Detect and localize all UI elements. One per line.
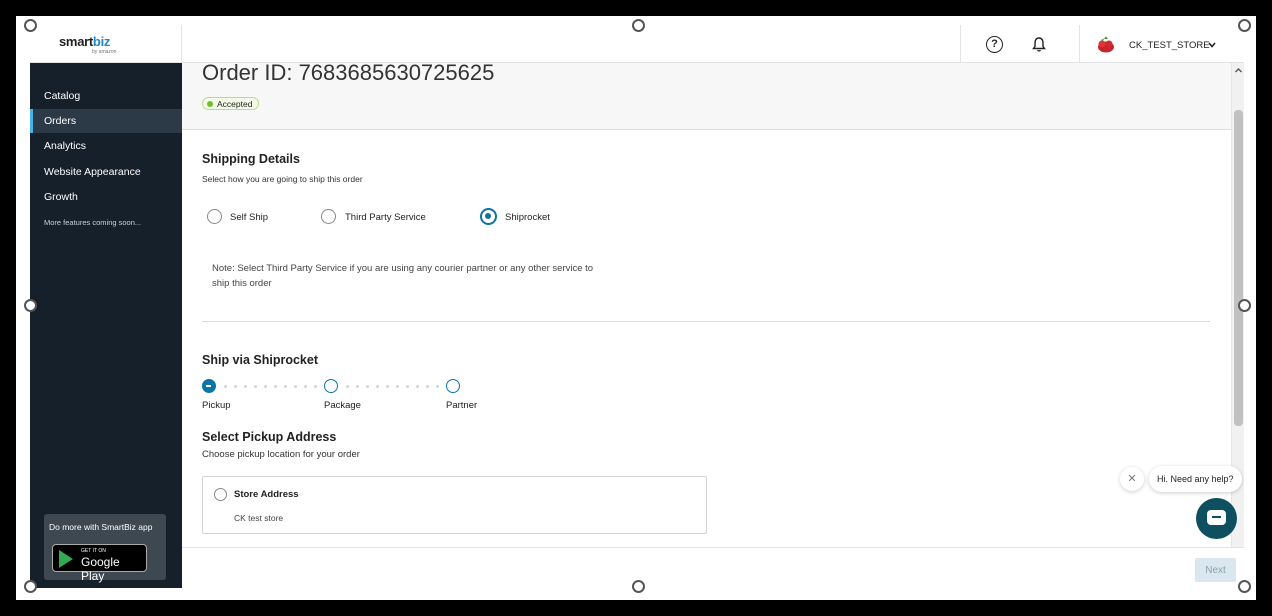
gplay-big-text: Google Play [81,555,120,583]
sidebar: Catalog Orders Analytics Website Appeara… [30,63,182,588]
logo-subtext: by amazon [92,49,117,55]
step-progress-dots [224,385,324,388]
main-content: Order ID: 7683685630725625 Accepted Ship… [182,63,1231,547]
resize-handle-top-right[interactable] [1238,19,1251,32]
resize-handle-right[interactable] [1238,299,1251,312]
radio-shiprocket[interactable] [480,208,497,225]
app-window: smartbiz by amazon ? CK_TEST_STORE Catal… [30,25,1244,588]
step-progress-dots [346,385,446,388]
step-label-package: Package [324,400,361,411]
header-divider [960,25,961,63]
status-badge: Accepted [202,97,260,110]
help-icon[interactable]: ? [986,36,1003,53]
order-header: Order ID: 7683685630725625 Accepted [182,63,1231,130]
store-address-card[interactable]: Store Address CK test store [202,476,707,534]
step-label-pickup: Pickup [202,400,231,411]
smartbiz-logo: smartbiz [59,34,110,49]
shipping-note: Note: Select Third Party Service if you … [212,263,594,289]
next-button[interactable]: Next [1195,558,1236,582]
footer-bar: Next [182,547,1244,588]
radio-label-third-party[interactable]: Third Party Service [345,212,426,223]
radio-label-self-ship[interactable]: Self Ship [230,212,268,223]
header-divider [1079,25,1080,63]
step-package-indicator [324,379,338,393]
gplay-small-text: GET IT ON [81,548,106,554]
promo-text: Do more with SmartBiz app [49,522,153,532]
resize-handle-left[interactable] [24,299,37,312]
app-promo-card: Do more with SmartBiz app GET IT ON Goog… [44,514,166,583]
sidebar-item-growth[interactable]: Growth [30,185,182,209]
resize-handle-bottom-left[interactable] [24,580,37,593]
coming-soon-text: More features coming soon... [44,218,142,227]
chat-icon [1207,510,1226,525]
chat-close-icon[interactable]: ✕ [1120,467,1144,491]
google-play-button[interactable]: GET IT ON Google Play [52,544,147,583]
store-name[interactable]: CK_TEST_STORE [1129,40,1210,51]
store-address-title: Store Address [234,489,299,500]
sidebar-item-orders[interactable]: Orders [30,109,182,133]
radio-store-address[interactable] [214,488,227,501]
shipping-details-title: Shipping Details [202,152,300,166]
store-address-name: CK test store [234,513,284,523]
step-partner-indicator [446,379,460,393]
pickup-address-title: Select Pickup Address [202,430,337,444]
section-divider [202,321,1210,322]
step-pickup-indicator [202,379,216,393]
shipping-details-subtitle: Select how you are going to ship this or… [202,174,363,184]
logo-text-main: smart [59,34,93,49]
store-avatar[interactable] [1096,36,1116,53]
resize-handle-top-left[interactable] [24,19,37,32]
resize-handle-bottom[interactable] [632,580,645,593]
chevron-down-icon[interactable] [1207,40,1217,50]
bell-icon[interactable] [1031,36,1047,53]
radio-self-ship[interactable] [207,209,222,224]
logo-text-accent: biz [92,34,111,49]
scroll-up-arrow-icon[interactable] [1234,66,1243,75]
status-badge-label: Accepted [217,99,253,109]
pickup-address-subtitle: Choose pickup location for your order [202,449,360,460]
step-label-partner: Partner [446,400,478,411]
resize-handle-bottom-right[interactable] [1238,580,1251,593]
scrollbar-thumb[interactable] [1234,110,1243,426]
resize-handle-top[interactable] [632,19,645,32]
sidebar-item-catalog[interactable]: Catalog [30,84,182,108]
page-title: Order ID: 7683685630725625 [202,63,495,85]
sidebar-item-analytics[interactable]: Analytics [30,134,182,158]
radio-third-party[interactable] [321,209,336,224]
status-dot [207,101,213,107]
chat-greeting[interactable]: Hi. Need any help? [1149,466,1242,492]
logo-area[interactable]: smartbiz by amazon [30,25,182,63]
radio-label-shiprocket[interactable]: Shiprocket [505,212,550,223]
chat-launcher-button[interactable] [1196,498,1237,539]
google-play-icon [59,550,73,568]
sidebar-item-website-appearance[interactable]: Website Appearance [30,160,182,184]
ship-via-title: Ship via Shiprocket [202,353,319,367]
